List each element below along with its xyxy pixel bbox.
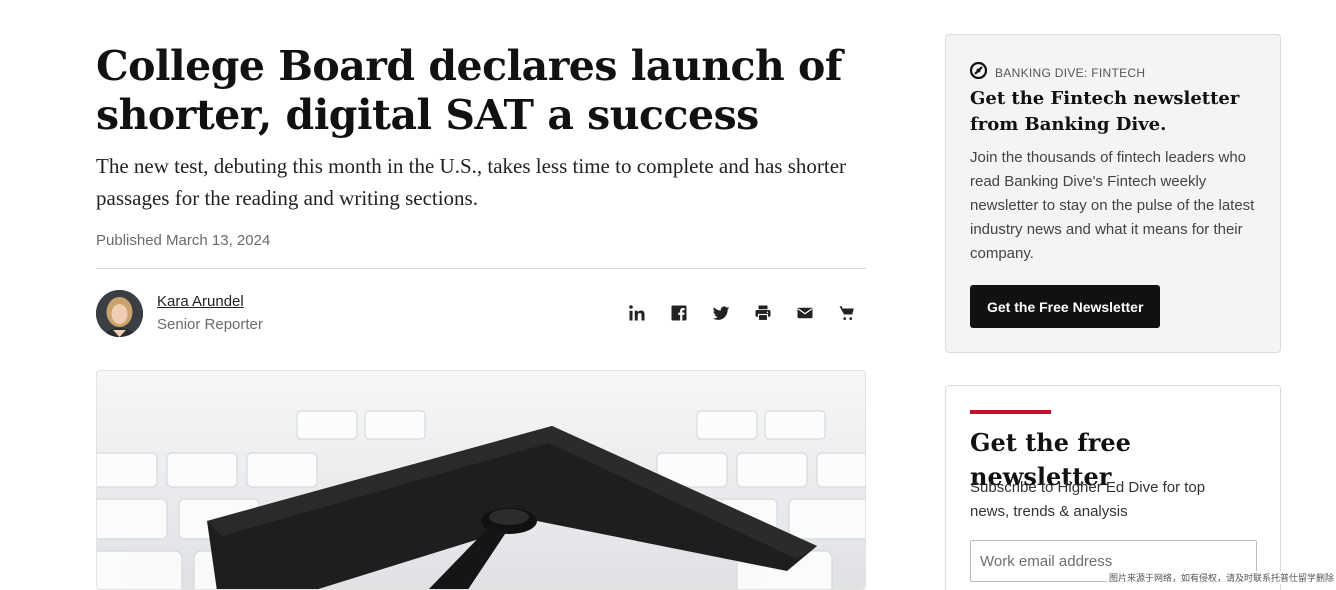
byline: Kara Arundel Senior Reporter	[96, 290, 866, 338]
banking-dive-logo-icon	[969, 61, 988, 84]
print-icon[interactable]	[752, 302, 774, 324]
author-avatar[interactable]	[96, 290, 143, 337]
linkedin-icon[interactable]	[626, 302, 648, 324]
signup-body: Subscribe to Higher Ed Dive for top news…	[970, 479, 1206, 520]
email-icon[interactable]	[794, 302, 816, 324]
watermark-text: 图片来源于网络，如有侵权，请及时联系托普仕留学删除	[1106, 571, 1336, 584]
promo-kicker: BANKING DIVE: FINTECH	[969, 61, 1146, 84]
facebook-icon[interactable]	[668, 302, 690, 324]
dek: The new test, debuting this month in the…	[96, 154, 847, 210]
twitter-icon[interactable]	[710, 302, 732, 324]
promo-title: Get the Fintech newsletter from Banking …	[970, 88, 1240, 135]
author-name-link[interactable]: Kara Arundel	[157, 293, 244, 310]
cart-icon[interactable]	[836, 302, 858, 324]
author-title: Senior Reporter	[157, 316, 263, 333]
accent-bar	[970, 410, 1051, 414]
promo-body: Join the thousands of fintech leaders wh…	[970, 149, 1255, 262]
hero-image	[96, 370, 866, 590]
headline: College Board declares launch of shorter…	[96, 42, 843, 139]
published-date: Published March 13, 2024	[96, 232, 271, 249]
fintech-newsletter-promo: BANKING DIVE: FINTECH Get the Fintech ne…	[945, 34, 1281, 353]
promo-kicker-text: BANKING DIVE: FINTECH	[995, 66, 1146, 80]
divider	[96, 268, 866, 269]
get-free-newsletter-button[interactable]: Get the Free Newsletter	[970, 285, 1161, 328]
newsletter-signup: Get the free newsletter Subscribe to Hig…	[945, 385, 1281, 590]
share-toolbar	[626, 302, 858, 324]
